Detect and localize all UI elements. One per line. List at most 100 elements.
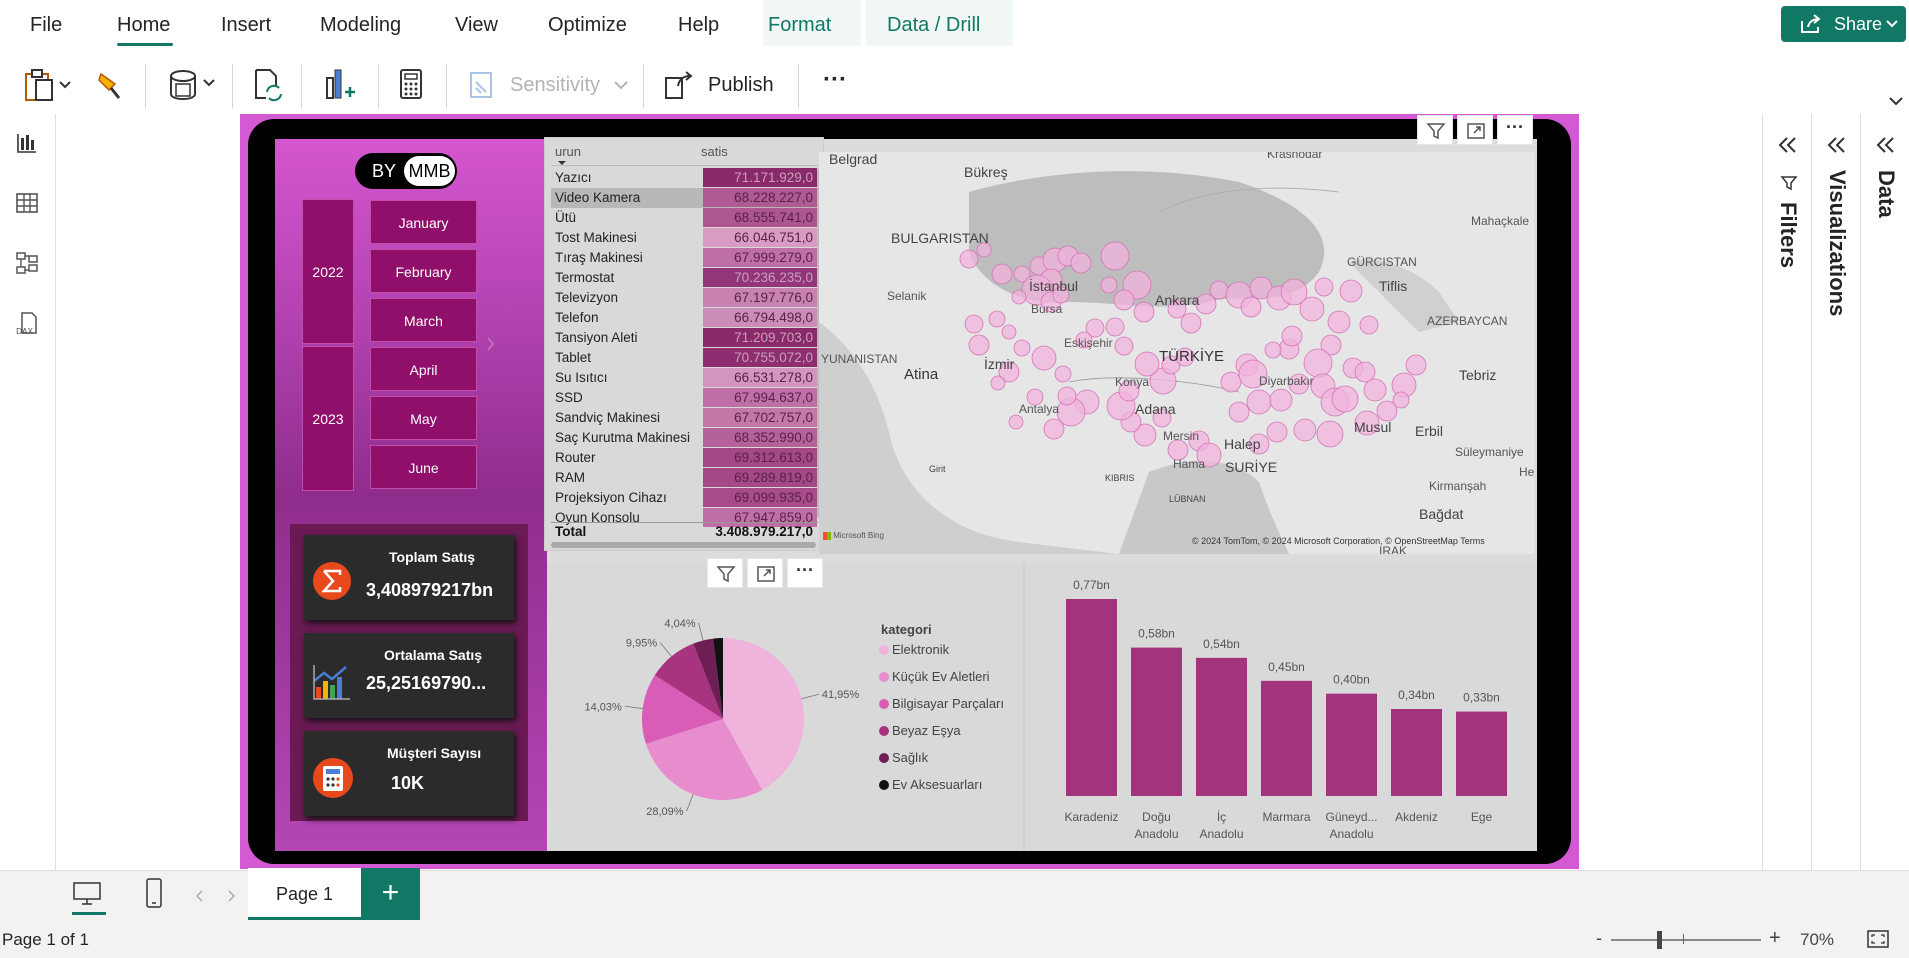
menu-modeling[interactable]: Modeling: [320, 11, 401, 39]
table-row[interactable]: Router 69.312.613,0: [551, 448, 818, 468]
month-slicer-june[interactable]: June: [370, 445, 477, 489]
table-row[interactable]: Video Kamera 68.228.227,0: [551, 188, 818, 208]
bar[interactable]: [1391, 709, 1442, 796]
table-row[interactable]: Tansiyon Aleti 71.209.703,0: [551, 328, 818, 348]
menu-file[interactable]: File: [30, 11, 62, 39]
legend-item[interactable]: Elektronik: [879, 642, 949, 657]
format-painter-button[interactable]: [95, 66, 125, 104]
map-bubble[interactable]: [1392, 391, 1410, 409]
table-row[interactable]: SSD 67.994.637,0: [551, 388, 818, 408]
map-bubble[interactable]: [1133, 301, 1155, 323]
report-view-icon[interactable]: [14, 130, 40, 156]
page-tab-page-1[interactable]: Page 1: [248, 868, 361, 920]
mobile-layout-icon[interactable]: [144, 877, 164, 909]
product-sales-table[interactable]: urun satis Yazıcı 71.171.929,0 Video Kamer…: [544, 137, 824, 551]
map-bubble[interactable]: [1331, 385, 1359, 413]
bar[interactable]: [1326, 693, 1377, 796]
get-data-button[interactable]: [166, 66, 222, 104]
menu-insert[interactable]: Insert: [221, 11, 271, 39]
map-bubble[interactable]: [1043, 418, 1065, 440]
menu-help[interactable]: Help: [678, 11, 719, 39]
column-header-urun[interactable]: urun: [555, 144, 581, 159]
map-bubble[interactable]: [1209, 280, 1229, 300]
focus-mode-button[interactable]: [1457, 115, 1493, 145]
map-bubble[interactable]: [1220, 371, 1242, 393]
table-row[interactable]: Ütü 68.555.741,0: [551, 208, 818, 228]
map-bubble[interactable]: [1269, 388, 1293, 412]
menu-view[interactable]: View: [455, 11, 498, 39]
map-bubble[interactable]: [1299, 296, 1325, 322]
map-bubble[interactable]: [1113, 289, 1135, 311]
more-options-button[interactable]: ···: [787, 558, 823, 588]
map-bubble[interactable]: [1100, 241, 1130, 271]
desktop-layout-icon[interactable]: [72, 881, 102, 907]
map-bubble[interactable]: [1228, 401, 1250, 423]
map-bubble[interactable]: [1105, 317, 1125, 337]
map-bubble[interactable]: [991, 263, 1013, 285]
filter-visual-button[interactable]: [1417, 115, 1453, 145]
more-options-button[interactable]: ···: [818, 66, 852, 104]
menu-format[interactable]: Format: [768, 11, 831, 39]
bar[interactable]: [1456, 711, 1507, 796]
expand-pane-icon[interactable]: [1777, 136, 1799, 154]
table-row[interactable]: Tıraş Makinesi 67.999.279,0: [551, 248, 818, 268]
legend-item[interactable]: Küçük Ev Aletleri: [879, 669, 990, 684]
map-bubble[interactable]: [1057, 386, 1077, 406]
map-bubble[interactable]: [1240, 296, 1262, 318]
focus-mode-button[interactable]: [747, 558, 783, 588]
map-bubble[interactable]: [1327, 310, 1351, 334]
map-bubble[interactable]: [990, 375, 1006, 391]
table-view-icon[interactable]: [14, 190, 40, 216]
map-bubble[interactable]: [1266, 421, 1288, 443]
table-row[interactable]: Projeksiyon Cihazı 69.099.935,0: [551, 488, 818, 508]
map-bubble[interactable]: [1013, 339, 1031, 357]
column-header-satis[interactable]: satis: [701, 144, 728, 159]
map-bubble[interactable]: [1246, 389, 1272, 415]
table-row[interactable]: Sandviç Makinesi 67.702.757,0: [551, 408, 818, 428]
map-bubble[interactable]: [959, 249, 979, 269]
map-bubble[interactable]: [1100, 276, 1118, 294]
bar[interactable]: [1131, 647, 1182, 796]
map-bubble[interactable]: [1070, 252, 1092, 274]
map-bubble[interactable]: [1180, 312, 1202, 334]
map-bubble[interactable]: [1316, 420, 1344, 448]
map-bubble[interactable]: [1054, 365, 1072, 383]
map-bubble[interactable]: [1405, 354, 1427, 376]
refresh-button[interactable]: [252, 66, 284, 104]
filters-pane[interactable]: Filters: [1762, 114, 1811, 870]
map-visual[interactable]: Belgrad Bükreş Krasnodar BULGARISTAN GÜR…: [819, 152, 1534, 554]
chevron-right-icon[interactable]: [486, 336, 496, 352]
publish-button[interactable]: Publish: [664, 66, 784, 104]
table-row[interactable]: Telefon 66.794.498,0: [551, 308, 818, 328]
add-page-button[interactable]: +: [361, 868, 420, 920]
map-bubble[interactable]: [1001, 324, 1017, 340]
map-bubble[interactable]: [1339, 279, 1363, 303]
more-options-button[interactable]: ···: [1497, 115, 1533, 145]
map-bubble[interactable]: [964, 314, 984, 334]
map-bubble[interactable]: [1354, 361, 1376, 383]
chevron-left-icon[interactable]: [195, 889, 205, 903]
bar[interactable]: [1261, 680, 1312, 796]
map-bubble[interactable]: [1359, 315, 1379, 335]
year-slicer-2023[interactable]: 2023: [302, 346, 354, 491]
month-slicer-may[interactable]: May: [370, 396, 477, 440]
map-bubble[interactable]: [1303, 348, 1333, 378]
zoom-slider-thumb[interactable]: [1657, 931, 1662, 949]
table-row[interactable]: Termostat 70.236.235,0: [551, 268, 818, 288]
expand-pane-icon[interactable]: [1875, 136, 1897, 154]
legend-item[interactable]: Ev Aksesuarları: [879, 777, 982, 792]
legend-item[interactable]: Bilgisayar Parçaları: [879, 696, 1004, 711]
region-bar-chart[interactable]: 0,77bn Karadeniz 0,58bn Doğu Anadolu 0,54bn İç…: [1023, 563, 1537, 851]
horizontal-scrollbar[interactable]: [551, 542, 816, 548]
fit-to-page-icon[interactable]: [1866, 929, 1890, 949]
map-bubble[interactable]: [1114, 336, 1134, 356]
zoom-in-button[interactable]: +: [1769, 927, 1781, 950]
dax-query-view-icon[interactable]: DAX: [14, 310, 40, 336]
map-bubble[interactable]: [1314, 277, 1334, 297]
map-bubble[interactable]: [1293, 418, 1317, 442]
table-row[interactable]: Saç Kurutma Makinesi 68.352.990,0: [551, 428, 818, 448]
menu-optimize[interactable]: Optimize: [548, 11, 627, 39]
month-slicer-march[interactable]: March: [370, 298, 477, 342]
table-row[interactable]: Tablet 70.755.072,0: [551, 348, 818, 368]
menu-home[interactable]: Home: [117, 11, 170, 39]
